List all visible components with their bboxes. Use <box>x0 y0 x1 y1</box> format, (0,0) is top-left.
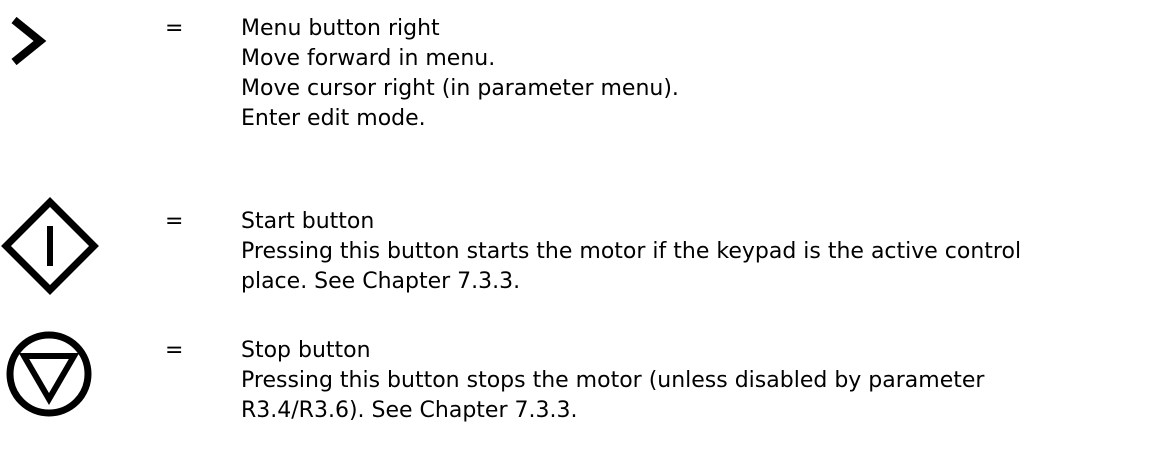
equals-sign: = <box>165 16 184 41</box>
entry-line: Move forward in menu. <box>241 46 496 71</box>
entry-description: Stop button Pressing this button stops t… <box>241 336 1141 426</box>
entry-line: Pressing this button starts the motor if… <box>241 239 1022 264</box>
stop-button-icon <box>4 329 94 419</box>
entry-line: Move cursor right (in parameter menu). <box>241 76 679 101</box>
entry-title: Menu button right <box>241 16 440 41</box>
equals-sign: = <box>165 338 184 363</box>
entry-title: Stop button <box>241 338 371 363</box>
entry-description: Start button Pressing this button starts… <box>241 207 1141 297</box>
equals-sign: = <box>165 209 184 234</box>
entry-line: place. See Chapter 7.3.3. <box>241 269 521 294</box>
entry-title: Start button <box>241 209 375 234</box>
entry-line: Enter edit mode. <box>241 106 426 131</box>
entry-description: Menu button right Move forward in menu. … <box>241 14 1141 134</box>
start-button-icon <box>0 196 100 296</box>
entry-line: Pressing this button stops the motor (un… <box>241 368 985 393</box>
entry-line: R3.4/R3.6). See Chapter 7.3.3. <box>241 398 578 423</box>
chevron-right-icon <box>8 16 48 66</box>
